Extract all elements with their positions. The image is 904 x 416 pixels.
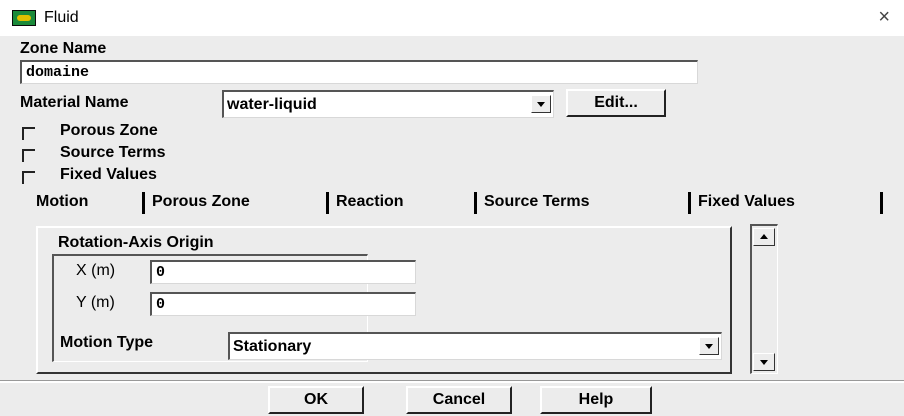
tab-reaction[interactable]: Reaction bbox=[330, 188, 410, 216]
fixed-values-checkbox[interactable] bbox=[22, 171, 35, 184]
motion-type-select[interactable]: Stationary bbox=[228, 332, 722, 360]
tab-porous-zone[interactable]: Porous Zone bbox=[146, 188, 256, 216]
tab-motion[interactable]: Motion bbox=[30, 188, 94, 216]
fluent-app-icon bbox=[12, 10, 36, 26]
x-label: X (m) bbox=[76, 262, 116, 279]
scroll-down-icon[interactable] bbox=[753, 353, 775, 371]
motion-type-value: Stationary bbox=[233, 338, 312, 355]
zone-name-input[interactable]: domaine bbox=[20, 60, 698, 84]
rotation-axis-origin-label: Rotation-Axis Origin bbox=[58, 234, 214, 251]
chevron-down-icon[interactable] bbox=[531, 95, 551, 113]
zone-name-label: Zone Name bbox=[20, 40, 107, 57]
ok-button[interactable]: OK bbox=[268, 386, 364, 414]
tab-divider bbox=[142, 192, 145, 214]
porous-zone-label: Porous Zone bbox=[60, 122, 158, 139]
motion-type-label: Motion Type bbox=[60, 334, 154, 351]
edit-material-button[interactable]: Edit... bbox=[566, 89, 666, 117]
close-icon[interactable]: × bbox=[878, 7, 890, 27]
y-origin-input[interactable]: 0 bbox=[150, 292, 416, 316]
material-value: water-liquid bbox=[227, 96, 317, 113]
tab-fixed-values[interactable]: Fixed Values bbox=[692, 188, 801, 216]
tab-divider bbox=[880, 192, 883, 214]
tab-source-terms[interactable]: Source Terms bbox=[478, 188, 596, 216]
source-terms-label: Source Terms bbox=[60, 144, 166, 161]
scrollbar[interactable] bbox=[750, 224, 778, 374]
cancel-button[interactable]: Cancel bbox=[406, 386, 512, 414]
source-terms-checkbox[interactable] bbox=[22, 149, 35, 162]
help-button[interactable]: Help bbox=[540, 386, 652, 414]
tab-divider bbox=[326, 192, 329, 214]
material-name-label: Material Name bbox=[20, 94, 129, 111]
chevron-down-icon[interactable] bbox=[699, 337, 719, 355]
window-title: Fluid bbox=[44, 9, 79, 26]
fixed-values-label: Fixed Values bbox=[60, 166, 157, 183]
porous-zone-checkbox[interactable] bbox=[22, 127, 35, 140]
tab-divider bbox=[688, 192, 691, 214]
title-bar: Fluid × bbox=[0, 0, 904, 36]
footer-divider bbox=[0, 380, 904, 383]
tab-divider bbox=[474, 192, 477, 214]
fluid-dialog: Fluid × Zone Name domaine Material Name … bbox=[0, 0, 904, 416]
y-label: Y (m) bbox=[76, 294, 115, 311]
dialog-body: Zone Name domaine Material Name water-li… bbox=[0, 36, 904, 416]
scroll-up-icon[interactable] bbox=[753, 228, 775, 246]
material-select[interactable]: water-liquid bbox=[222, 90, 554, 118]
x-origin-input[interactable]: 0 bbox=[150, 260, 416, 284]
